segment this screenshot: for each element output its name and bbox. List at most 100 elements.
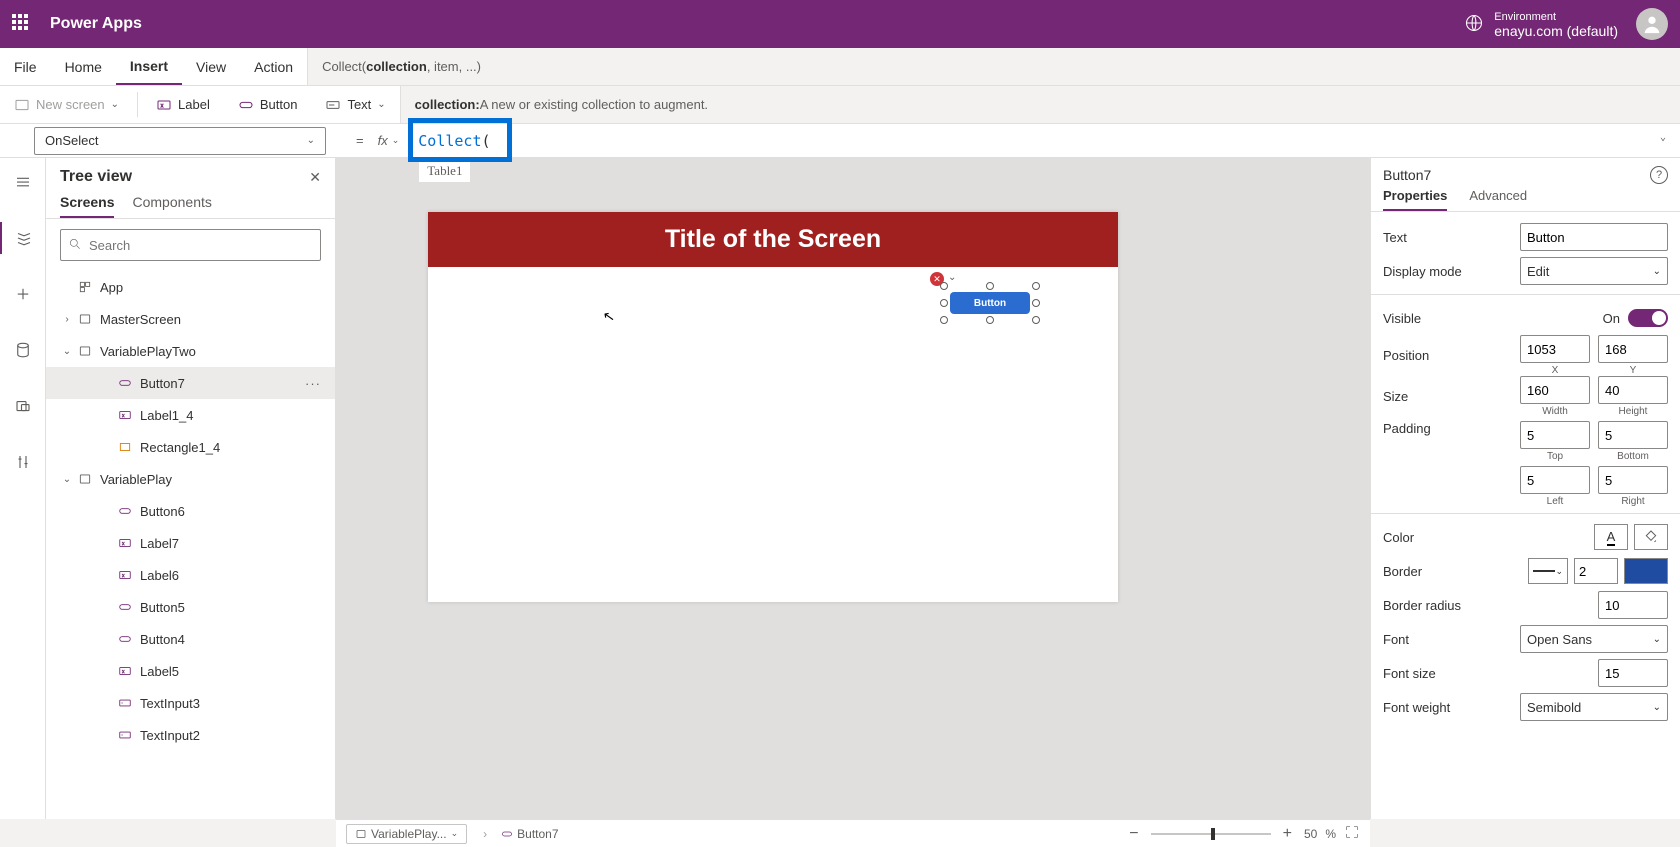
fit-to-screen-icon[interactable] xyxy=(1344,824,1360,843)
prop-border-color-picker[interactable] xyxy=(1624,558,1668,584)
tree-item-label7[interactable]: Label7 xyxy=(46,527,335,559)
tree-item-rectangle1_4[interactable]: Rectangle1_4 xyxy=(46,431,335,463)
prop-font-size-input[interactable] xyxy=(1598,659,1668,687)
tree-item-button7[interactable]: Button7··· xyxy=(46,367,335,399)
prop-pos-y-input[interactable] xyxy=(1598,335,1668,363)
tab-advanced[interactable]: Advanced xyxy=(1469,188,1527,211)
zoom-out-button[interactable]: − xyxy=(1125,825,1142,843)
menu-home[interactable]: Home xyxy=(51,48,116,85)
close-icon[interactable]: ✕ xyxy=(309,169,321,186)
prop-pad-right-input[interactable] xyxy=(1598,466,1668,494)
more-icon[interactable]: ··· xyxy=(305,376,321,391)
chevron-down-icon: ⌄ xyxy=(307,135,315,146)
app-launcher-icon[interactable] xyxy=(12,14,32,34)
prop-font-weight-select[interactable]: Semibold⌄ xyxy=(1520,693,1668,721)
canvas-area[interactable]: Title of the Screen Button ✕ ⌄ ↖ xyxy=(336,158,1370,819)
new-screen-button[interactable]: New screen ⌄ xyxy=(0,86,133,123)
tree-item-label5[interactable]: Label5 xyxy=(46,655,335,687)
canvas-title-rectangle[interactable]: Title of the Screen xyxy=(428,212,1118,267)
canvas-button7[interactable]: Button xyxy=(950,292,1030,314)
app-title: Power Apps xyxy=(50,15,1464,33)
screen-icon xyxy=(76,310,94,328)
tree-item-label: Button5 xyxy=(140,600,185,615)
autocomplete-suggestion[interactable]: Table1 xyxy=(418,160,471,183)
prop-displaymode-select[interactable]: Edit⌄ xyxy=(1520,257,1668,285)
menu-insert[interactable]: Insert xyxy=(116,48,182,85)
prop-border-radius-input[interactable] xyxy=(1598,591,1668,619)
prop-font-color-picker[interactable]: A xyxy=(1594,524,1628,550)
tree-item-label6[interactable]: Label6 xyxy=(46,559,335,591)
tree-view-icon[interactable] xyxy=(0,222,46,254)
tree-view-title: Tree view xyxy=(60,168,132,186)
status-bar: VariablePlay... ⌄ › Button7 − + 50 % xyxy=(336,819,1370,847)
prop-text-input[interactable] xyxy=(1520,223,1668,251)
prop-border-width-input[interactable] xyxy=(1574,558,1618,584)
prop-pad-left-input[interactable] xyxy=(1520,466,1590,494)
prop-visible-toggle[interactable] xyxy=(1628,309,1668,327)
expand-icon[interactable]: ⌄ xyxy=(60,474,74,485)
prop-width-input[interactable] xyxy=(1520,376,1590,404)
tab-components[interactable]: Components xyxy=(132,194,211,218)
chevron-down-icon[interactable]: ⌄ xyxy=(392,135,410,146)
tree-search-input[interactable] xyxy=(60,229,321,261)
zoom-slider[interactable] xyxy=(1151,833,1271,835)
menu-file[interactable]: File xyxy=(0,48,51,85)
formula-bar: OnSelect ⌄ = fx ⌄ Collect( Table1 ⌄ xyxy=(0,124,1680,158)
formula-input[interactable]: Collect( Table1 ⌄ xyxy=(409,124,1680,157)
breadcrumb-control[interactable]: Button7 xyxy=(493,825,566,843)
menu-view[interactable]: View xyxy=(182,48,240,85)
zoom-in-button[interactable]: + xyxy=(1279,825,1296,843)
prop-label-displaymode: Display mode xyxy=(1383,264,1520,279)
insert-rail-icon[interactable] xyxy=(0,278,46,310)
tree-item-button4[interactable]: Button4 xyxy=(46,623,335,655)
prop-label-position: Position xyxy=(1383,348,1520,363)
chevron-down-icon[interactable]: ⌄ xyxy=(1660,132,1666,143)
tree-item-textinput3[interactable]: TextInput3 xyxy=(46,687,335,719)
prop-fill-color-picker[interactable] xyxy=(1634,524,1668,550)
prop-label-size: Size xyxy=(1383,389,1520,404)
tree-item-button5[interactable]: Button5 xyxy=(46,591,335,623)
insert-button-button[interactable]: Button xyxy=(224,86,312,123)
data-rail-icon[interactable] xyxy=(0,334,46,366)
properties-panel: Button7 ? Properties Advanced Text Displ… xyxy=(1370,158,1680,819)
prop-border-style-select[interactable]: ⌄ xyxy=(1528,558,1568,584)
prop-pad-top-input[interactable] xyxy=(1520,421,1590,449)
tree-item-app[interactable]: App xyxy=(46,271,335,303)
environment-picker[interactable]: Environment enayu.com (default) xyxy=(1464,10,1618,38)
prop-label-font-size: Font size xyxy=(1383,666,1598,681)
tools-rail-icon[interactable] xyxy=(0,446,46,478)
tree-item-masterscreen[interactable]: ›MasterScreen xyxy=(46,303,335,335)
selection-delete-icon[interactable]: ✕ xyxy=(930,272,944,286)
insert-label-button[interactable]: Label xyxy=(142,86,224,123)
app-icon xyxy=(76,278,94,296)
prop-pad-bottom-input[interactable] xyxy=(1598,421,1668,449)
breadcrumb-screen[interactable]: VariablePlay... ⌄ xyxy=(346,824,467,844)
expand-icon[interactable]: › xyxy=(60,314,74,325)
tree-item-variableplaytwo[interactable]: ⌄VariablePlayTwo xyxy=(46,335,335,367)
tree-item-label1_4[interactable]: Label1_4 xyxy=(46,399,335,431)
tree-item-label: Label7 xyxy=(140,536,179,551)
property-picker[interactable]: OnSelect ⌄ xyxy=(34,127,326,155)
chevron-down-icon: ⌄ xyxy=(377,99,385,110)
menu-action[interactable]: Action xyxy=(240,48,307,85)
expand-icon[interactable]: ⌄ xyxy=(60,346,74,357)
prop-pos-x-input[interactable] xyxy=(1520,335,1590,363)
canvas-screen[interactable]: Title of the Screen Button ✕ ⌄ ↖ xyxy=(428,212,1118,602)
tab-properties[interactable]: Properties xyxy=(1383,188,1447,211)
hamburger-icon[interactable] xyxy=(0,166,46,198)
prop-height-input[interactable] xyxy=(1598,376,1668,404)
tree-item-textinput2[interactable]: TextInput2 xyxy=(46,719,335,751)
prop-label-padding: Padding xyxy=(1383,421,1520,436)
tab-screens[interactable]: Screens xyxy=(60,194,114,218)
chevron-down-icon: ⌄ xyxy=(451,828,459,839)
tree-item-button6[interactable]: Button6 xyxy=(46,495,335,527)
insert-text-button[interactable]: Text ⌄ xyxy=(311,86,399,123)
prop-font-select[interactable]: Open Sans⌄ xyxy=(1520,625,1668,653)
user-avatar[interactable] xyxy=(1636,8,1668,40)
media-rail-icon[interactable] xyxy=(0,390,46,422)
environment-label: Environment xyxy=(1494,10,1618,24)
tree-item-variableplay[interactable]: ⌄VariablePlay xyxy=(46,463,335,495)
help-icon[interactable]: ? xyxy=(1650,166,1668,184)
tree-item-label: Button4 xyxy=(140,632,185,647)
chevron-down-icon[interactable]: ⌄ xyxy=(948,272,956,283)
